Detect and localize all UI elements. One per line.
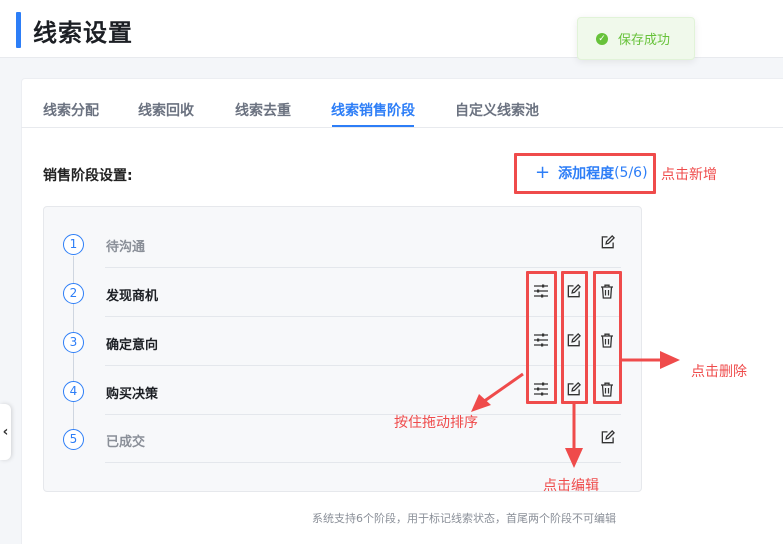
stage-number: 1 — [63, 234, 84, 255]
plus-icon: + — [535, 162, 551, 183]
stage-name: 发现商机 — [106, 289, 159, 304]
trash-icon[interactable] — [597, 281, 617, 301]
success-toast: ✓ 保存成功 — [577, 17, 695, 60]
sliders-icon[interactable] — [531, 330, 551, 350]
tab-lead-assignment[interactable]: 线索分配 — [43, 100, 99, 120]
sliders-icon[interactable] — [531, 281, 551, 301]
stage-row: 5 已成交 — [63, 414, 621, 463]
stage-name: 已成交 — [106, 435, 146, 450]
stage-number: 4 — [63, 381, 84, 402]
stage-name: 购买决策 — [106, 387, 159, 402]
stage-number: 3 — [63, 332, 84, 353]
tab-lead-dedup[interactable]: 线索去重 — [235, 100, 291, 120]
trash-icon[interactable] — [597, 330, 617, 350]
active-tab-indicator — [332, 125, 414, 127]
add-stage-label: 添加程度 — [558, 166, 615, 182]
footnote: 系统支持6个阶段，用于标记线索状态，首尾两个阶段不可编辑 — [312, 512, 616, 525]
collapse-handle[interactable]: ‹ — [0, 404, 11, 460]
stage-name: 待沟通 — [106, 240, 146, 255]
section-label: 销售阶段设置: — [43, 168, 133, 184]
page-title: 线索设置 — [33, 19, 133, 47]
stage-row: 3 确定意向 — [63, 317, 621, 366]
tab-lead-recycle[interactable]: 线索回收 — [138, 100, 194, 120]
annotation-delete: 点击删除 — [691, 364, 747, 380]
tab-lead-sales-stage[interactable]: 线索销售阶段 — [331, 100, 415, 120]
chevron-left-icon: ‹ — [2, 424, 9, 440]
trash-icon[interactable] — [597, 379, 617, 399]
tab-custom-lead-pool[interactable]: 自定义线索池 — [455, 100, 539, 120]
stage-name: 确定意向 — [106, 338, 159, 353]
tab-bar: 线索分配 线索回收 线索去重 线索销售阶段 自定义线索池 — [21, 78, 783, 128]
sliders-icon[interactable] — [531, 379, 551, 399]
add-stage-button[interactable]: + 添加程度 (5/6) — [535, 163, 648, 183]
edit-icon[interactable] — [563, 379, 583, 399]
edit-icon[interactable] — [597, 427, 617, 447]
edit-icon[interactable] — [597, 232, 617, 252]
annotation-edit: 点击编辑 — [543, 478, 599, 494]
edit-icon[interactable] — [563, 281, 583, 301]
annotation-add: 点击新增 — [661, 167, 717, 183]
edit-icon[interactable] — [563, 330, 583, 350]
stage-number: 5 — [63, 429, 84, 450]
toast-text: 保存成功 — [618, 33, 671, 48]
stage-count: (5/6) — [614, 165, 648, 181]
stage-row: 1 待沟通 — [63, 219, 621, 268]
row-divider — [105, 462, 621, 463]
stage-number: 2 — [63, 283, 84, 304]
stage-row: 2 发现商机 — [63, 268, 621, 317]
stage-row: 4 购买决策 — [63, 366, 621, 415]
title-accent-bar — [16, 12, 21, 48]
annotation-drag: 按住拖动排序 — [394, 415, 478, 431]
check-circle-icon: ✓ — [596, 32, 608, 45]
